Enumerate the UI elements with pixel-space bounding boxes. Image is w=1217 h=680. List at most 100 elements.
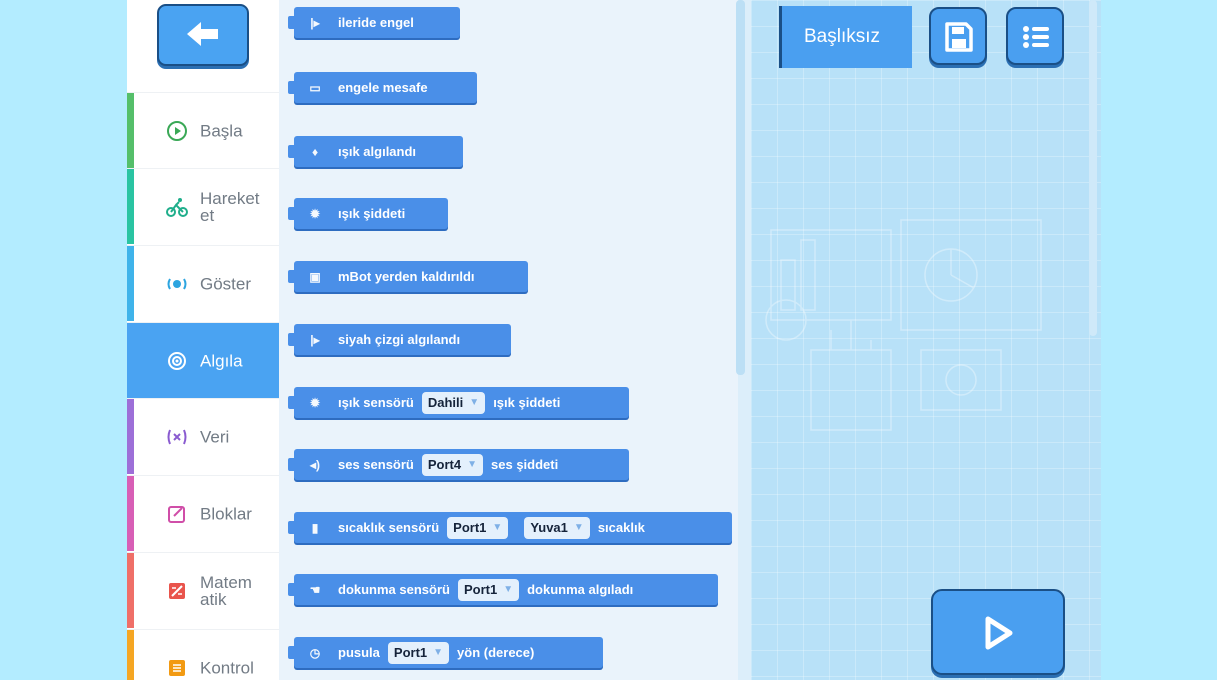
category-sidebar: Başla Hareket et Göster Algıla Veri Blok… [127,0,279,680]
category-bloklar[interactable]: Bloklar [127,475,279,551]
dropdown-arrow-icon: ▼ [469,397,480,408]
sun-icon: ✹ [309,206,321,221]
app-window: Başla Hareket et Göster Algıla Veri Blok… [127,0,1101,680]
ultrasonic-icon: |▸ [310,15,320,30]
category-algila[interactable]: Algıla [127,322,279,398]
block-mbot-yerden-kaldirildi[interactable]: ▣ mBot yerden kaldırıldı [288,261,528,292]
dropdown-arrow-icon: ▼ [433,647,444,658]
category-color-strip [127,476,134,551]
sun-icon: ✹ [309,395,321,410]
category-color-strip [127,553,134,628]
canvas-scrollbar[interactable] [1089,0,1097,336]
block-text: pusula [338,645,380,660]
block-text: ses şiddeti [491,457,559,472]
variable-icon [167,429,187,444]
block-pusula[interactable]: ◷ pusula Port1 ▼ yön (derece) [288,637,603,668]
light-sensor-port-dropdown[interactable]: Dahili ▼ [421,391,486,414]
category-label: Matem atik [200,572,252,609]
list-menu-icon [1023,26,1049,48]
run-button[interactable] [931,589,1065,675]
category-goster[interactable]: Göster [127,245,279,321]
thermometer-icon: ▮ [311,520,319,535]
dropdown-value: Port1 [393,645,428,660]
block-text: ışık şiddeti [338,206,406,221]
back-area [127,0,279,92]
category-color-strip [127,93,134,168]
palette-scrollbar[interactable] [736,0,745,375]
dropdown-arrow-icon: ▼ [503,584,514,595]
dropdown-value: Port1 [463,582,498,597]
block-text: ışık sensörü [338,395,414,410]
block-isik-siddeti[interactable]: ✹ ışık şiddeti [288,198,448,229]
dropdown-value: Port4 [427,457,462,472]
category-label: Hareket et [200,188,260,225]
block-text: siyah çizgi algılandı [338,332,461,347]
category-basla[interactable]: Başla [127,92,279,168]
back-button[interactable] [157,4,249,66]
category-label: Bloklar [200,504,252,523]
touch-sensor-port-dropdown[interactable]: Port1 ▼ [457,578,520,601]
play-icon [985,616,1013,650]
ultrasonic-icon: ▭ [309,80,321,95]
dropdown-value: Port1 [453,520,487,535]
category-kontrol[interactable]: Kontrol [127,629,279,680]
menu-button[interactable] [1006,7,1064,65]
play-circle-icon [167,120,187,141]
math-icon [169,582,185,599]
category-color-strip [127,399,134,474]
block-text: ışık algılandı [338,144,417,159]
compass-port-dropdown[interactable]: Port1 ▼ [387,641,450,664]
block-text: mBot yerden kaldırıldı [338,269,475,284]
category-matematik[interactable]: Matem atik [127,552,279,628]
block-palette: |▸ ileride engel ▭ engele mesafe ♦ ışık … [279,0,738,680]
block-text: dokunma sensörü [338,582,450,597]
category-hareket-et[interactable]: Hareket et [127,168,279,244]
dropdown-arrow-icon: ▼ [467,459,478,470]
bike-icon [166,197,188,217]
hand-icon: ☚ [309,582,321,597]
category-label: Göster [200,274,252,293]
block-text: yön (derece) [457,645,535,660]
project-title[interactable]: Başlıksız [779,6,912,68]
save-button[interactable] [929,7,987,65]
block-text: ışık şiddeti [493,395,561,410]
category-label: Algıla [200,351,243,370]
category-color-strip [127,246,134,321]
temp-sensor-slot-dropdown[interactable]: Yuva1 ▼ [524,516,590,539]
control-icon [169,659,185,676]
block-isik-algilandi[interactable]: ♦ ışık algılandı [288,136,463,167]
dropdown-value: Dahili [427,395,464,410]
category-label: Veri [200,427,230,446]
block-dokunma-sensoru[interactable]: ☚ dokunma sensörü Port1 ▼ dokunma algılad… [288,574,718,605]
speaker-icon: ◂) [309,457,321,472]
sensor-icon [168,351,186,370]
category-label: Başla [200,121,243,140]
workspace-canvas[interactable]: Başlıksız [751,0,1101,680]
dropdown-value: Yuva1 [530,520,568,535]
compass-icon: ◷ [309,645,321,660]
block-ses-sensoru[interactable]: ◂) ses sensörü Port4 ▼ ses şiddeti [288,449,629,480]
edit-block-icon [168,505,185,523]
block-siyah-cizgi-algilandi[interactable]: |▸ siyah çizgi algılandı [288,324,511,355]
project-title-text: Başlıksız [804,26,881,47]
sound-sensor-port-dropdown[interactable]: Port4 ▼ [421,453,484,476]
block-text: sıcaklık sensörü [338,520,440,535]
category-veri[interactable]: Veri [127,398,279,474]
arrow-left-icon [187,22,218,46]
block-sicaklik-sensoru[interactable]: ▮ sıcaklık sensörü Port1 ▼ Yuva1 ▼ sıcaklı… [288,512,732,543]
block-text: sıcaklık [597,520,645,535]
block-text: engele mesafe [338,80,428,95]
category-color-strip [127,323,134,398]
save-icon [945,22,973,52]
light-bulb-icon: ♦ [311,144,319,159]
category-label: Kontrol [200,658,254,677]
block-ileride-engel[interactable]: |▸ ileride engel [288,7,460,38]
dropdown-arrow-icon: ▼ [492,522,503,533]
block-engele-mesafe[interactable]: ▭ engele mesafe [288,72,477,103]
block-isik-sensoru[interactable]: ✹ ışık sensörü Dahili ▼ ışık şiddeti [288,387,629,418]
light-display-icon [167,277,187,290]
block-text: ileride engel [338,15,414,30]
temp-sensor-port-dropdown[interactable]: Port1 ▼ [447,516,509,539]
dropdown-arrow-icon: ▼ [573,522,584,533]
background-illustration [765,219,1042,431]
